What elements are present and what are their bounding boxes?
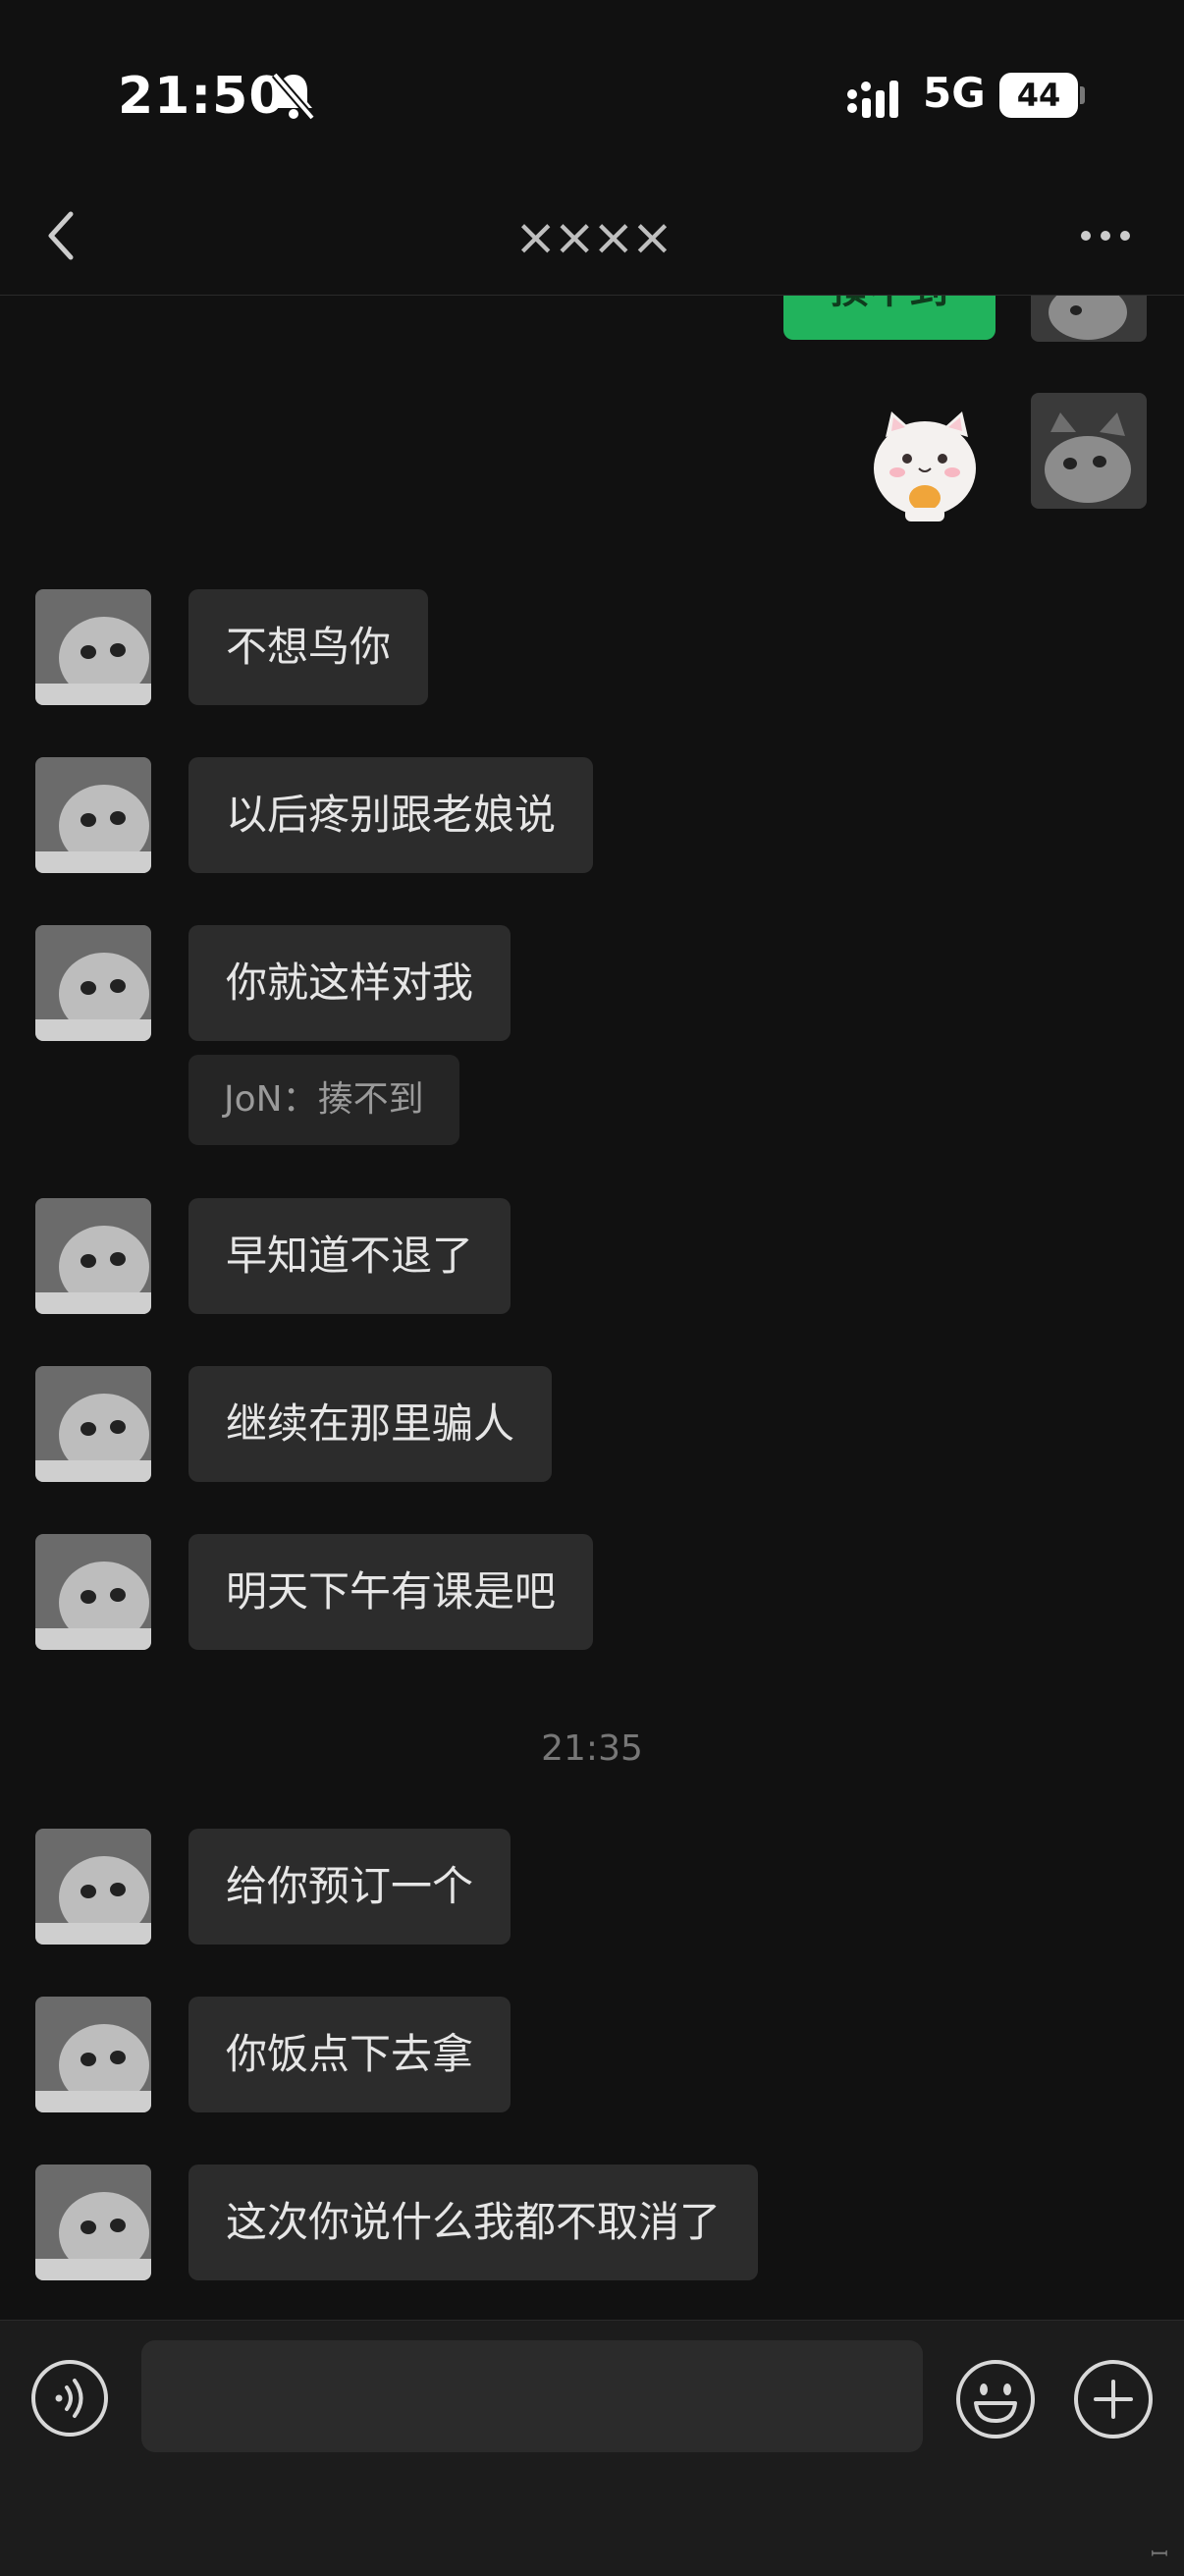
input-bar: ꟷ bbox=[0, 2320, 1184, 2576]
contact-avatar[interactable] bbox=[35, 2165, 151, 2280]
network-type: 5G bbox=[923, 69, 986, 117]
chat-header: ×××× bbox=[0, 187, 1184, 296]
emoji-icon[interactable] bbox=[954, 2358, 1037, 2440]
contact-avatar[interactable] bbox=[35, 925, 151, 1041]
message-bubble[interactable]: 早知道不退了 bbox=[188, 1198, 511, 1314]
contact-avatar[interactable] bbox=[35, 589, 151, 705]
contact-avatar[interactable] bbox=[35, 1366, 151, 1482]
contact-avatar[interactable] bbox=[35, 1997, 151, 2112]
message-bubble[interactable]: 以后疼别跟老娘说 bbox=[188, 757, 594, 873]
contact-avatar[interactable] bbox=[35, 1829, 151, 1945]
contact-avatar[interactable] bbox=[35, 1198, 151, 1314]
corner-glyph: ꟷ bbox=[1151, 2543, 1168, 2567]
chat-title: ×××× bbox=[513, 208, 673, 267]
timestamp: 21:35 bbox=[541, 1728, 643, 1769]
message-bubble[interactable]: 明天下午有课是吧 bbox=[188, 1534, 594, 1650]
status-time: 21:50 bbox=[118, 67, 286, 126]
signal-icon bbox=[847, 81, 898, 118]
contact-avatar[interactable] bbox=[35, 1534, 151, 1650]
plus-icon[interactable] bbox=[1072, 2358, 1155, 2440]
cat-sticker[interactable] bbox=[864, 408, 990, 523]
message-bubble[interactable]: 这次你说什么我都不取消了 bbox=[188, 2165, 759, 2280]
message-bubble[interactable]: 给你预订一个 bbox=[188, 1829, 511, 1945]
quoted-message[interactable]: JoN：揍不到 bbox=[188, 1055, 459, 1145]
bell-slash-icon bbox=[271, 72, 316, 121]
status-bar: 21:50 5G 44 bbox=[0, 0, 1184, 187]
battery-indicator: 44 bbox=[999, 73, 1078, 118]
message-bubble[interactable]: 你就这样对我 bbox=[188, 925, 511, 1041]
message-bubble[interactable]: 不想鸟你 bbox=[188, 589, 429, 705]
more-icon[interactable] bbox=[1076, 222, 1135, 249]
message-bubble[interactable]: 继续在那里骗人 bbox=[188, 1366, 553, 1482]
contact-avatar[interactable] bbox=[35, 757, 151, 873]
sent-message-bubble[interactable]: 揍不到 bbox=[783, 295, 996, 340]
message-input[interactable] bbox=[141, 2340, 923, 2452]
battery-tip bbox=[1080, 86, 1085, 104]
self-avatar[interactable] bbox=[1031, 393, 1147, 509]
chat-area[interactable]: 揍不到 不想鸟你 以后疼别跟老娘说 你就这样对我 bbox=[0, 295, 1184, 2320]
message-bubble[interactable]: 你饭点下去拿 bbox=[188, 1997, 511, 2112]
voice-icon[interactable] bbox=[29, 2358, 110, 2439]
self-avatar[interactable] bbox=[1031, 295, 1147, 342]
